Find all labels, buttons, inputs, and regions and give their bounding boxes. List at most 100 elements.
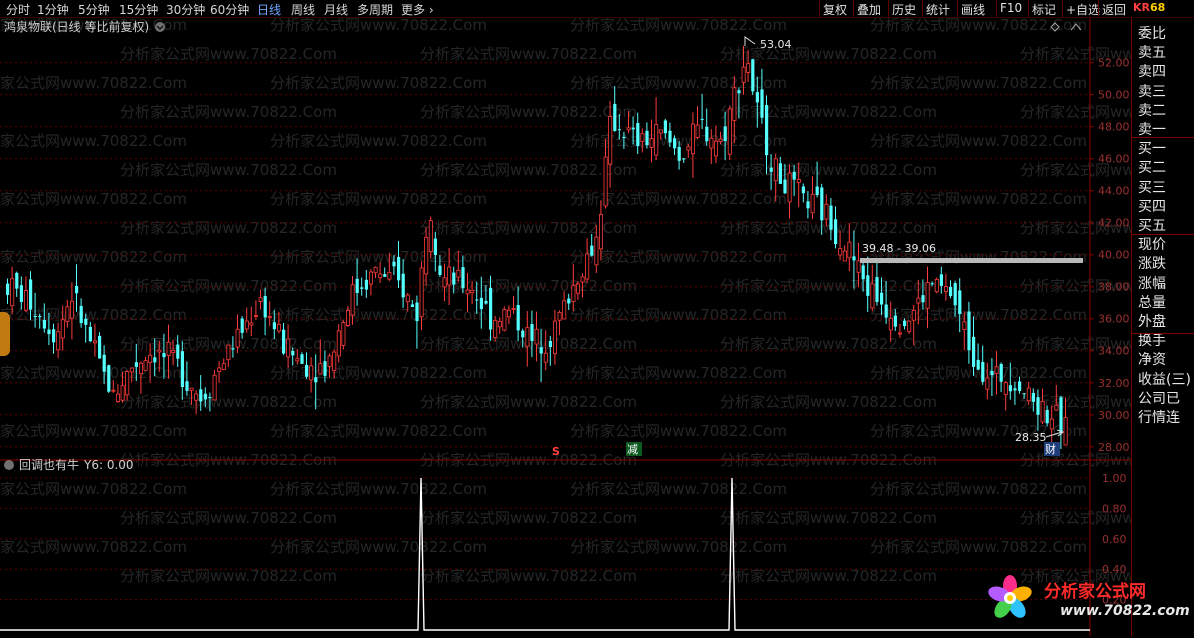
watermark-text: 分析家公式网www.70822.Com: [870, 422, 1087, 440]
toolbar-button-2[interactable]: 历史: [892, 1, 916, 18]
candle-body: [138, 362, 143, 374]
price-range-bar: [860, 258, 1083, 263]
candle-body: [530, 324, 534, 341]
candle-body: [880, 292, 884, 305]
candle-body: [976, 359, 980, 370]
toolbar-button-5[interactable]: F10: [1000, 1, 1022, 15]
toolbar-button-3[interactable]: 统计: [926, 1, 950, 18]
candle-body: [1003, 382, 1008, 395]
candle-body: [6, 283, 10, 295]
watermark-text: 分析家公式网www.70822.Com: [420, 103, 637, 121]
candle-body: [125, 371, 130, 396]
watermark-text: 分析家公式网www.70822.Com: [120, 103, 337, 121]
logo-url: www.70822.com: [1060, 603, 1190, 619]
watermark-text: 分析家公式网www.70822.Com: [0, 422, 187, 440]
candle-body: [194, 393, 199, 401]
candle-body: [1018, 381, 1022, 391]
candle-body: [65, 306, 70, 322]
watermark-text: 分析家公式网www.70822.Com: [420, 393, 637, 411]
low-price-label: 28.35: [1015, 431, 1047, 444]
tab-4[interactable]: 30分钟: [166, 1, 205, 18]
candle-body: [658, 129, 663, 134]
candle-body: [727, 108, 732, 155]
candle-body: [990, 370, 994, 376]
tab-8[interactable]: 月线: [324, 1, 348, 18]
candle-body: [387, 272, 392, 280]
candle-body: [276, 323, 281, 332]
candle-body: [475, 299, 479, 301]
toolbar-button-6[interactable]: 标记: [1032, 1, 1056, 18]
candle-body: [84, 318, 88, 325]
candle-body: [176, 344, 180, 359]
candle-body: [806, 201, 810, 209]
toolbar-separator: [1098, 0, 1099, 17]
candle-body: [102, 354, 106, 372]
tab-6[interactable]: 日线: [257, 1, 281, 18]
toolbar-button-8[interactable]: 返回: [1102, 1, 1126, 18]
candle-body: [1036, 397, 1040, 415]
tab-10[interactable]: 更多 ›: [401, 1, 434, 18]
candle-body: [75, 285, 79, 294]
candle-body: [640, 133, 645, 142]
toolbar-button-4[interactable]: 画线: [961, 1, 985, 18]
candle-body: [345, 310, 350, 326]
candle-body: [373, 266, 378, 274]
candle-body: [272, 322, 276, 330]
kline-chart[interactable]: 分析家公式网www.70822.Com 分析家公式网www.70822.Com 分析…: [0, 18, 1131, 636]
price-tick-label: 42.00: [1098, 217, 1130, 230]
candle-body: [580, 276, 585, 283]
candle-body: [249, 322, 254, 326]
candle-body: [888, 317, 893, 331]
candle-body: [56, 331, 61, 351]
price-tick-label: 36.00: [1098, 313, 1130, 326]
quote-panel: 委比 卖五 卖四 卖三 卖二 卖一 买一 买二 买三 买四 买五 现价 涨跌 涨幅 总量 外盘 换手 净资 收益(三…: [1131, 18, 1194, 636]
candle-body: [787, 172, 792, 203]
watermark-text: 分析家公式网www.70822.Com: [570, 538, 787, 556]
tab-9[interactable]: 多周期: [357, 1, 393, 18]
title-menu-icon: [155, 22, 165, 32]
candle-body: [599, 214, 604, 250]
candle-body: [576, 283, 581, 294]
price-tick-label: 30.00: [1098, 409, 1130, 422]
candle-body: [452, 272, 456, 285]
candle-body: [613, 103, 617, 132]
candle-body: [300, 354, 304, 364]
candle-body: [962, 321, 967, 330]
tab-1[interactable]: 1分钟: [37, 1, 69, 18]
candle-body: [516, 305, 520, 331]
watermark-text: 分析家公式网www.70822.Com: [570, 364, 787, 382]
tab-3[interactable]: 15分钟: [119, 1, 158, 18]
candle-body: [705, 126, 709, 142]
tab-2[interactable]: 5分钟: [78, 1, 110, 18]
candle-body: [162, 353, 166, 358]
watermark-text: 分析家公式网www.70822.Com: [720, 393, 937, 411]
quote-field-3: 卖三: [1138, 83, 1166, 100]
candle-body: [645, 130, 649, 146]
candle-body: [870, 283, 875, 309]
period-toolbar: 分时 1分钟 5分钟 15分钟 30分钟 60分钟 日线 周线 月线 多周期 更多 › 复权 叠加 历史统…: [0, 0, 1194, 18]
toolbar-button-0[interactable]: 复权: [823, 1, 847, 18]
candle-body: [98, 335, 102, 359]
tab-5[interactable]: 60分钟: [210, 1, 249, 18]
candle-body: [1045, 409, 1049, 424]
candle-body: [364, 279, 368, 290]
tab-0[interactable]: 分时: [6, 1, 30, 18]
candle-body: [116, 393, 121, 403]
watermark-text: 分析家公式网www.70822.Com: [120, 219, 337, 237]
chart-title: 鸿泉物联(日线 等比前复权): [4, 19, 149, 34]
candle-body: [686, 146, 691, 151]
side-collapse-tab[interactable]: [0, 312, 10, 356]
candle-body: [506, 309, 511, 318]
toolbar-button-7[interactable]: +自选: [1066, 1, 1100, 18]
candle-body: [397, 256, 401, 281]
quote-field-1: 卖五: [1138, 45, 1166, 62]
candle-body: [134, 362, 138, 367]
quote-field-6: 买一: [1138, 141, 1166, 158]
candle-body: [842, 250, 847, 262]
candle-body: [911, 309, 916, 321]
candle-body: [861, 265, 865, 280]
candle-body: [548, 340, 552, 348]
toolbar-button-1[interactable]: 叠加: [857, 1, 881, 18]
candle-body: [29, 279, 33, 310]
tab-7[interactable]: 周线: [291, 1, 315, 18]
